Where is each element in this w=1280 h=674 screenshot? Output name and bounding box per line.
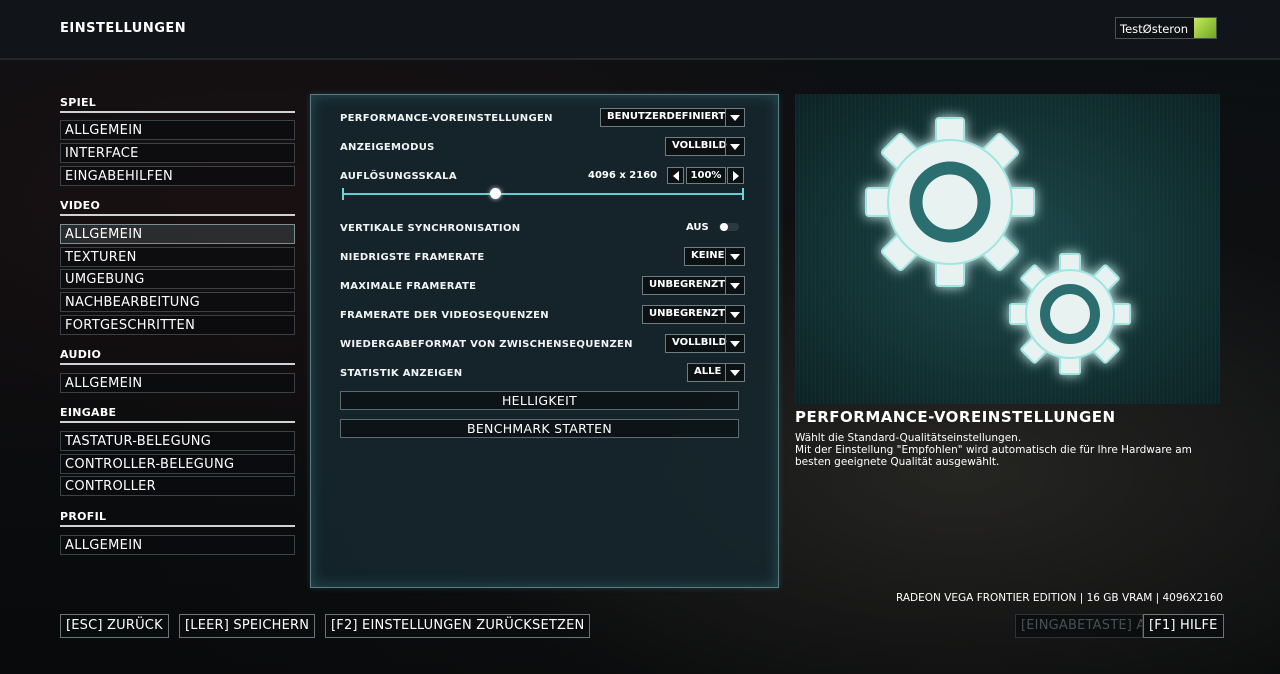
- slider-end-right: [742, 188, 744, 200]
- slider-end-left: [342, 188, 344, 200]
- category-profil: PROFIL: [60, 510, 107, 523]
- vsync-label: VERTIKALE SYNCHRONISATION: [340, 223, 521, 234]
- nav-eingabe-tastatur[interactable]: TASTATUR-BELEGUNG: [60, 431, 295, 451]
- nav-eingabe-controller-belegung[interactable]: CONTROLLER-BELEGUNG: [60, 454, 295, 474]
- back-button[interactable]: [ESC] ZURÜCK: [60, 614, 169, 638]
- preset-label: PERFORMANCE-VOREINSTELLUNGEN: [340, 113, 553, 124]
- brightness-button[interactable]: HELLIGKEIT: [340, 391, 739, 410]
- help-button[interactable]: [F1] HILFE: [1143, 614, 1224, 638]
- gamertag-name: TestØsteron: [1120, 22, 1189, 36]
- preset-dropdown[interactable]: BENUTZERDEFINIERT: [600, 108, 745, 127]
- description-title: PERFORMANCE-VOREINSTELLUNGEN: [795, 408, 1116, 426]
- divider: [60, 111, 295, 113]
- chevron-down-icon: [725, 364, 744, 381]
- cutscene-framerate-dropdown[interactable]: UNBEGRENZT: [642, 305, 745, 324]
- max-framerate-value: UNBEGRENZT: [649, 279, 726, 290]
- min-framerate-value: KEINE: [691, 250, 725, 261]
- nav-spiel-interface[interactable]: INTERFACE: [60, 143, 295, 163]
- gears-icon: [865, 117, 1131, 375]
- nav-spiel-eingabehilfen[interactable]: EINGABEHILFEN: [60, 166, 295, 186]
- gamertag-badge[interactable]: TestØsteron: [1115, 17, 1217, 39]
- description-line-3: besten geeignete Qualität ausgewählt.: [795, 456, 1000, 468]
- apply-button[interactable]: [EINGABETASTE] A: [1015, 614, 1143, 638]
- decrease-arrow-icon[interactable]: [667, 167, 684, 184]
- cutscene-format-dropdown[interactable]: VOLLBILD: [665, 334, 745, 353]
- cutscene-format-value: VOLLBILD: [672, 337, 727, 348]
- stats-value: ALLE: [694, 366, 722, 377]
- reset-button[interactable]: [F2] EINSTELLUNGEN ZURÜCKSETZEN: [325, 614, 591, 638]
- category-spiel: SPIEL: [60, 96, 97, 109]
- save-button[interactable]: [LEER] SPEICHERN: [179, 614, 316, 638]
- resolution-slider-thumb[interactable]: [489, 188, 501, 199]
- increase-arrow-icon[interactable]: [727, 167, 744, 184]
- max-framerate-label: MAXIMALE FRAMERATE: [340, 281, 477, 292]
- max-framerate-dropdown[interactable]: UNBEGRENZT: [642, 276, 745, 295]
- chevron-down-icon: [725, 109, 744, 126]
- nav-audio-allgemein[interactable]: ALLGEMEIN: [60, 373, 295, 393]
- category-video: VIDEO: [60, 199, 101, 212]
- nav-spiel-allgemein[interactable]: ALLGEMEIN: [60, 120, 295, 140]
- divider: [60, 421, 295, 423]
- chevron-down-icon: [725, 248, 744, 265]
- avatar: [1194, 18, 1216, 38]
- chevron-down-icon: [725, 306, 744, 323]
- page-title: EINSTELLUNGEN: [60, 21, 187, 36]
- display-mode-label: ANZEIGEMODUS: [340, 142, 435, 153]
- header-bar: EINSTELLUNGEN TestØsteron: [0, 0, 1280, 60]
- chevron-down-icon: [725, 277, 744, 294]
- display-mode-dropdown[interactable]: VOLLBILD: [665, 137, 745, 156]
- nav-video-allgemein[interactable]: ALLGEMEIN: [60, 224, 295, 244]
- category-audio: AUDIO: [60, 348, 102, 361]
- chevron-down-icon: [725, 138, 744, 155]
- chevron-down-icon: [725, 335, 744, 352]
- divider: [60, 214, 295, 216]
- nav-video-nachbearbeitung[interactable]: NACHBEARBEITUNG: [60, 292, 295, 312]
- toggle-knob: [720, 223, 728, 231]
- resolution-scale-label: AUFLÖSUNGSSKALA: [340, 171, 457, 182]
- preview-image: [795, 94, 1220, 404]
- nav-eingabe-controller[interactable]: CONTROLLER: [60, 476, 295, 496]
- vsync-toggle[interactable]: [719, 223, 739, 231]
- cutscene-format-label: WIEDERGABEFORMAT VON ZWISCHENSEQUENZEN: [340, 339, 633, 350]
- nav-video-fortgeschritten[interactable]: FORTGESCHRITTEN: [60, 315, 295, 335]
- vsync-value: AUS: [686, 222, 709, 233]
- preset-value: BENUTZERDEFINIERT: [607, 111, 726, 122]
- description-line-2: Mit der Einstellung "Empfohlen" wird aut…: [795, 444, 1192, 456]
- stats-label: STATISTIK ANZEIGEN: [340, 368, 463, 379]
- resolution-slider-track[interactable]: [342, 193, 744, 195]
- cutscene-framerate-label: FRAMERATE DER VIDEOSEQUENZEN: [340, 310, 549, 321]
- cutscene-framerate-value: UNBEGRENZT: [649, 308, 726, 319]
- description-line-1: Wählt die Standard-Qualitätseinstellunge…: [795, 432, 1022, 444]
- min-framerate-dropdown[interactable]: KEINE: [684, 247, 745, 266]
- nav-profil-allgemein[interactable]: ALLGEMEIN: [60, 535, 295, 555]
- category-eingabe: EINGABE: [60, 406, 117, 419]
- hardware-info: RADEON VEGA FRONTIER EDITION | 16 GB VRA…: [896, 592, 1224, 604]
- display-mode-value: VOLLBILD: [672, 140, 727, 151]
- stats-dropdown[interactable]: ALLE: [687, 363, 745, 382]
- nav-video-texturen[interactable]: TEXTUREN: [60, 247, 295, 267]
- min-framerate-label: NIEDRIGSTE FRAMERATE: [340, 252, 485, 263]
- resolution-value: 4096 x 2160: [588, 170, 658, 181]
- resolution-scale-value: 100%: [686, 167, 726, 184]
- divider: [60, 363, 295, 365]
- divider: [60, 525, 295, 527]
- benchmark-button[interactable]: BENCHMARK STARTEN: [340, 419, 739, 438]
- nav-video-umgebung[interactable]: UMGEBUNG: [60, 269, 295, 289]
